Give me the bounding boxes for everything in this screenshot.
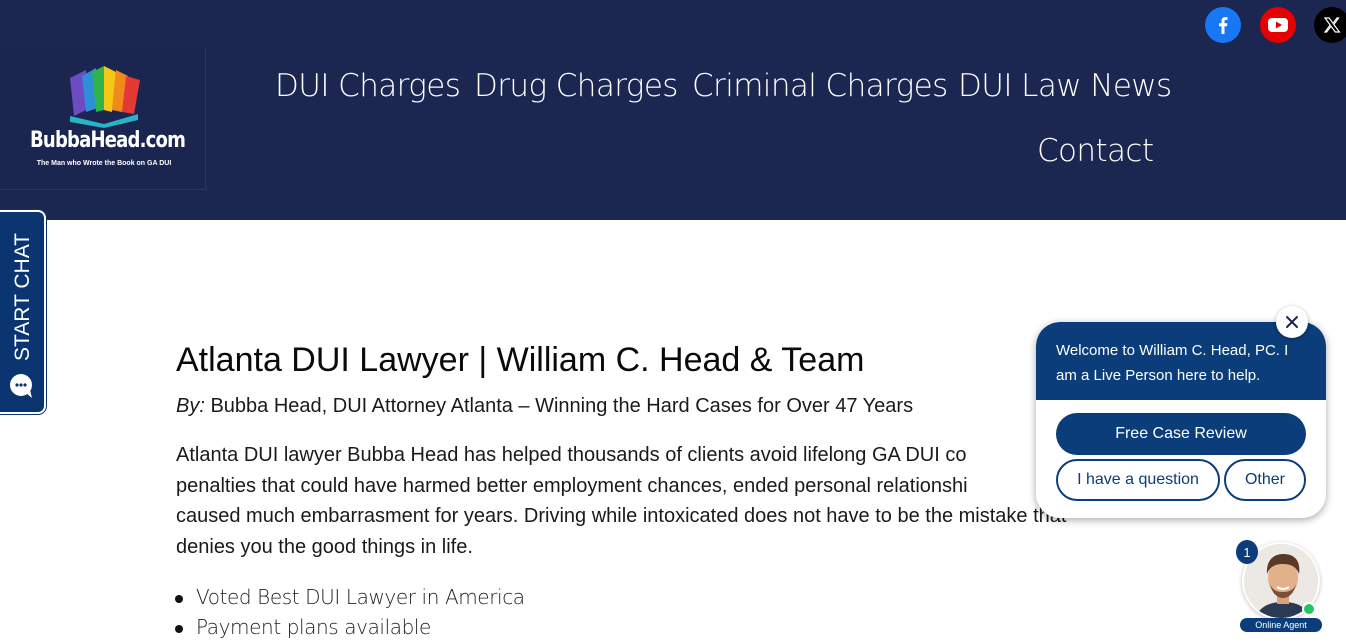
close-icon (1286, 316, 1298, 328)
list-item: Payment plans available (175, 612, 1156, 642)
byline-prefix: By: (176, 395, 205, 417)
youtube-icon (1268, 18, 1288, 32)
youtube-link[interactable] (1260, 7, 1296, 43)
logo-name: BubbaHead.com (30, 128, 186, 153)
byline-text: Bubba Head, DUI Attorney Atlanta – Winni… (204, 395, 914, 417)
page: BubbaHead.com The Man who Wrote the Book… (0, 0, 1346, 644)
start-chat-label: START CHAT (11, 233, 34, 361)
facebook-link[interactable] (1205, 7, 1241, 43)
unread-count-badge: 1 (1236, 540, 1258, 564)
site-header: BubbaHead.com The Man who Wrote the Book… (0, 0, 1346, 220)
other-button[interactable]: Other (1224, 459, 1306, 501)
online-agent-label: Online Agent (1240, 618, 1322, 632)
free-case-review-button[interactable]: Free Case Review (1056, 413, 1306, 455)
nav-contact[interactable]: Contact (1037, 131, 1154, 171)
nav-dui-law-news[interactable]: DUI Law News (958, 66, 1172, 106)
start-chat-tab[interactable]: START CHAT (0, 210, 46, 414)
nav-drug-charges[interactable]: Drug Charges (474, 66, 678, 106)
byline: By: Bubba Head, DUI Attorney Atlanta – W… (176, 392, 1156, 420)
intro-line-1: Atlanta DUI lawyer Bubba Head has helped… (176, 444, 967, 466)
x-icon (1323, 17, 1341, 33)
main-content: Atlanta DUI Lawyer | William C. Head & T… (175, 336, 1156, 642)
intro-line-3: caused much embarrasment for years. Driv… (176, 505, 1067, 527)
book-logo-icon (70, 66, 140, 128)
online-status-dot (1302, 602, 1316, 616)
intro-line-2: penalties that could have harmed better … (176, 474, 968, 497)
list-item: Voted Best DUI Lawyer in America (175, 582, 1156, 612)
facebook-icon (1219, 17, 1228, 34)
logo-tagline: The Man who Wrote the Book on GA DUI (36, 160, 172, 167)
chat-bubble-icon (10, 374, 32, 398)
nav-criminal-charges[interactable]: Criminal Charges (692, 66, 948, 106)
site-logo[interactable]: BubbaHead.com The Man who Wrote the Book… (0, 48, 206, 190)
benefits-list: Voted Best DUI Lawyer in America Payment… (175, 582, 1156, 642)
chat-close-button[interactable] (1276, 306, 1308, 338)
x-link[interactable] (1314, 7, 1346, 43)
online-agent-launcher[interactable]: 1 Online Agent (1236, 540, 1322, 632)
have-question-button[interactable]: I have a question (1056, 459, 1220, 501)
nav-dui-charges[interactable]: DUI Charges (275, 66, 461, 106)
intro-paragraph: Atlanta DUI lawyer Bubba Head has helped… (176, 440, 1151, 562)
chat-widget: Welcome to William C. Head, PC. I am a L… (1036, 322, 1326, 518)
page-title: Atlanta DUI Lawyer | William C. Head & T… (176, 341, 865, 379)
intro-line-4: denies you the good things in life. (176, 535, 473, 558)
